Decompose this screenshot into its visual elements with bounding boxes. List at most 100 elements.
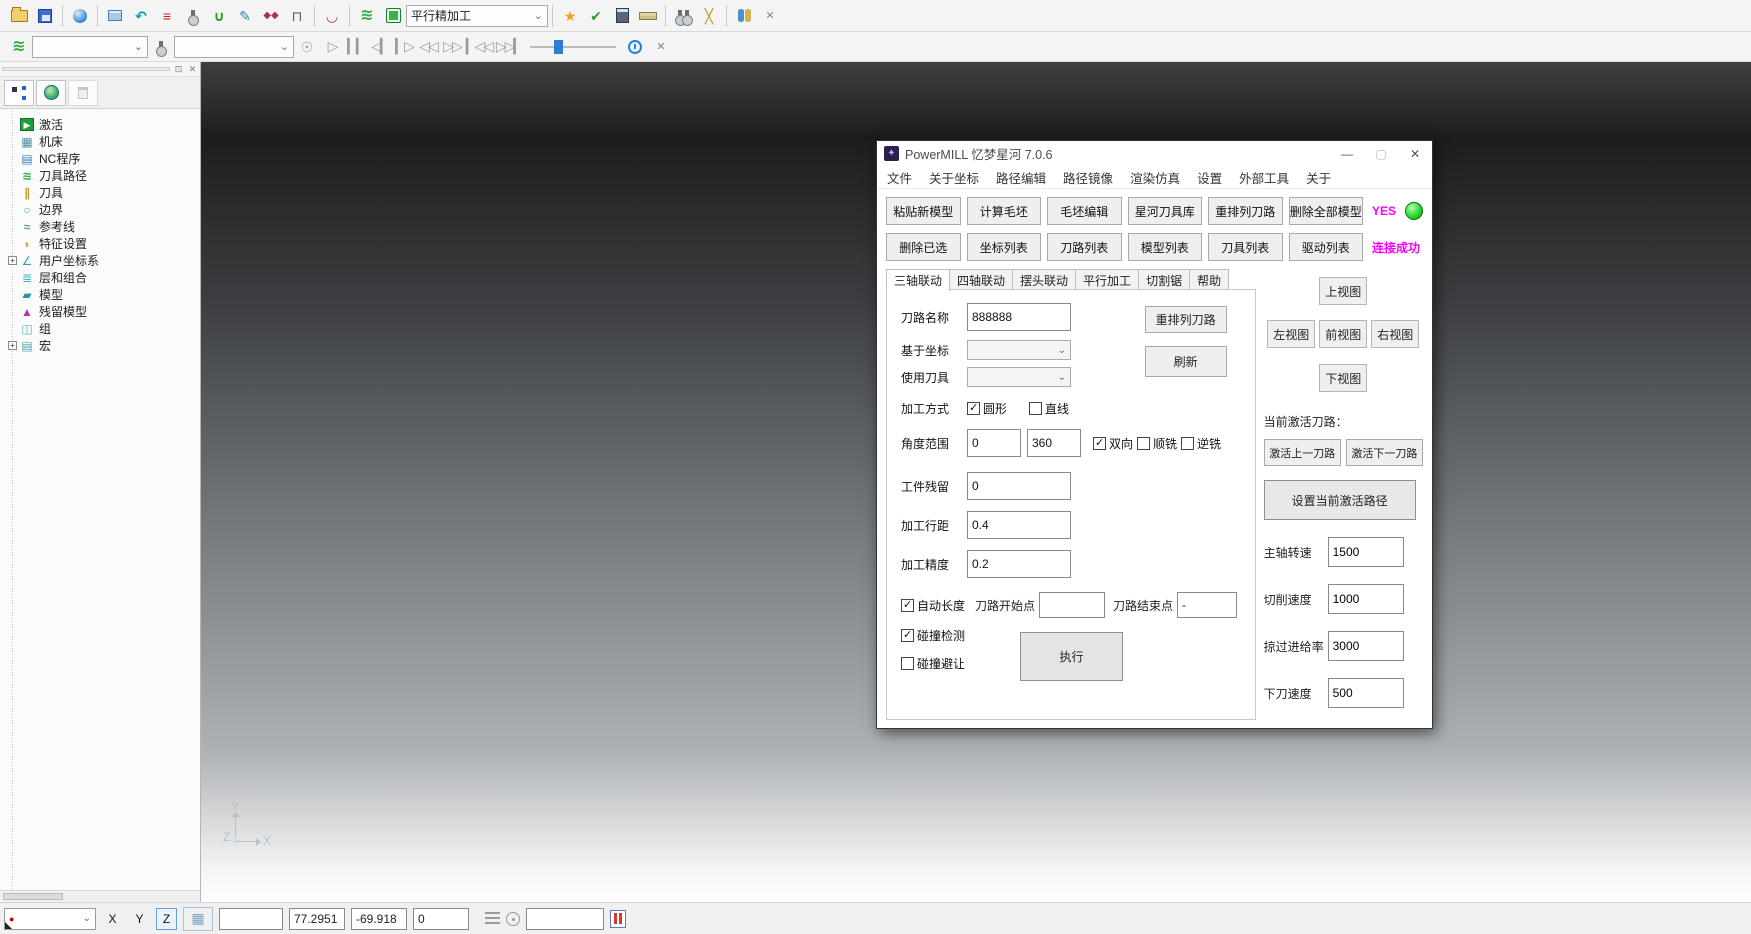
tree-item-toolpaths[interactable]: ≋刀具路径: [6, 167, 200, 184]
expand-icon[interactable]: +: [8, 256, 17, 265]
view-front-button[interactable]: 前视图: [1319, 320, 1367, 348]
drive-list-button[interactable]: 驱动列表: [1289, 233, 1364, 261]
tree-item-nc-program[interactable]: ▤NC程序: [6, 150, 200, 167]
model-list-button[interactable]: 模型列表: [1128, 233, 1203, 261]
tab-head-swivel[interactable]: 摆头联动: [1012, 269, 1076, 290]
axis-z-button[interactable]: Z: [156, 908, 177, 930]
calc-block-button[interactable]: 计算毛坯: [967, 197, 1042, 225]
verify-icon[interactable]: ✔: [583, 3, 609, 29]
pattern-icon[interactable]: ◆◆: [258, 3, 284, 29]
cylinders-icon[interactable]: [731, 3, 757, 29]
line-checkbox[interactable]: 直线: [1029, 400, 1069, 417]
coord-select[interactable]: ⌄: [967, 340, 1071, 360]
spindle-input[interactable]: [1328, 537, 1404, 567]
swap-axes-icon[interactable]: ╳: [696, 3, 722, 29]
tree-item-boundaries[interactable]: ○边界: [6, 201, 200, 218]
grid-snap-button[interactable]: ▦: [183, 907, 213, 931]
slider-handle[interactable]: [554, 40, 563, 54]
bidirectional-checkbox[interactable]: 双向: [1093, 435, 1133, 452]
measure-icon[interactable]: [635, 3, 661, 29]
execute-button[interactable]: 执行: [1020, 632, 1123, 681]
auto-length-checkbox[interactable]: 自动长度: [901, 597, 965, 614]
plunge-rate-input[interactable]: [1328, 678, 1404, 708]
calculator-icon[interactable]: [609, 3, 635, 29]
rapid-moves-icon[interactable]: ↶: [128, 3, 154, 29]
close-panel-icon[interactable]: ✕: [187, 64, 198, 75]
delete-selected-button[interactable]: 删除已选: [886, 233, 961, 261]
set-active-path-button[interactable]: 设置当前激活路径: [1264, 480, 1416, 520]
menu-external-tools[interactable]: 外部工具: [1239, 168, 1289, 187]
fast-forward-button[interactable]: ▷▷: [440, 34, 464, 60]
rearrange-toolpaths-button-2[interactable]: 重排列刀路: [1145, 306, 1227, 333]
toolbar-close-icon[interactable]: ✕: [648, 34, 674, 60]
tree-item-tools[interactable]: ∥刀具: [6, 184, 200, 201]
view-bottom-button[interactable]: 下视图: [1319, 364, 1367, 392]
paste-model-button[interactable]: 粘贴新模型: [886, 197, 961, 225]
tree-item-patterns[interactable]: ≈参考线: [6, 218, 200, 235]
toolpath-name-input[interactable]: [967, 303, 1071, 331]
tab-help[interactable]: 帮助: [1189, 269, 1229, 290]
tree-item-machine[interactable]: ▦机床: [6, 133, 200, 150]
toolpath-icon[interactable]: ≋: [354, 3, 380, 29]
view-right-button[interactable]: 右视图: [1371, 320, 1419, 348]
circle-checkbox[interactable]: 圆形: [967, 400, 1007, 417]
tool-holder-icon[interactable]: ⊓: [284, 3, 310, 29]
pause-button[interactable]: ▎▎: [344, 34, 368, 60]
tree-item-stock-models[interactable]: ▲残留模型: [6, 303, 200, 320]
clamp-icon[interactable]: ∪: [206, 3, 232, 29]
float-panel-icon[interactable]: ⊡: [173, 64, 184, 75]
strategy-list-icon[interactable]: [380, 3, 406, 29]
cutting-speed-input[interactable]: [1328, 584, 1404, 614]
tab-parallel[interactable]: 平行加工: [1075, 269, 1139, 290]
conventional-checkbox[interactable]: 逆铣: [1181, 435, 1221, 452]
start-point-input[interactable]: [1039, 592, 1105, 618]
coord-list-button[interactable]: 坐标列表: [967, 233, 1042, 261]
shaded-view-icon[interactable]: [67, 3, 93, 29]
rearrange-toolpaths-button[interactable]: 重排列刀路: [1208, 197, 1283, 225]
strategy-select[interactable]: 平行精加工 ⌄: [406, 5, 548, 27]
menu-file[interactable]: 文件: [887, 168, 912, 187]
axis-y-button[interactable]: Y: [129, 908, 150, 930]
angle-end-input[interactable]: [1027, 429, 1081, 457]
expand-icon[interactable]: +: [8, 341, 17, 350]
toolpath-icon[interactable]: ≋: [6, 34, 32, 60]
stock-input[interactable]: [967, 472, 1071, 500]
panel-scrollbar[interactable]: [2, 67, 170, 71]
probe-target-icon[interactable]: [506, 912, 520, 926]
tab-saw[interactable]: 切割锯: [1138, 269, 1190, 290]
status-field-empty-2[interactable]: [526, 908, 604, 930]
tree-item-workplanes[interactable]: +∠用户坐标系: [6, 252, 200, 269]
menu-path-mirror[interactable]: 路径镜像: [1063, 168, 1113, 187]
tool-icon[interactable]: [148, 34, 174, 60]
skim-rate-input[interactable]: [1328, 631, 1404, 661]
clock-icon[interactable]: [622, 34, 648, 60]
tab-4axis[interactable]: 四轴联动: [949, 269, 1013, 290]
lightbulb-icon[interactable]: ☉: [294, 34, 320, 60]
menu-coords[interactable]: 关于坐标: [929, 168, 979, 187]
stepover-input[interactable]: [967, 511, 1071, 539]
go-end-button[interactable]: ▷▷▎: [494, 34, 524, 60]
calculate-icon[interactable]: ★: [557, 3, 583, 29]
go-start-button[interactable]: ▎◁◁: [464, 34, 494, 60]
status-field-empty[interactable]: [219, 908, 283, 930]
activate-next-button[interactable]: 激活下一刀路: [1346, 439, 1423, 466]
angle-start-input[interactable]: [967, 429, 1021, 457]
view-left-button[interactable]: 左视图: [1267, 320, 1315, 348]
simulation-speed-slider[interactable]: [530, 40, 616, 54]
tool-icon[interactable]: [180, 3, 206, 29]
climb-checkbox[interactable]: 顺铣: [1137, 435, 1177, 452]
tree-item-macros[interactable]: +▤宏: [6, 337, 200, 354]
tool-select[interactable]: ⌄: [174, 36, 294, 58]
dialog-titlebar[interactable]: ✦ PowerMILL 忆梦星河 7.0.6 — ▢ ✕: [877, 141, 1432, 166]
explorer-tree-tab[interactable]: [4, 80, 34, 106]
block-icon[interactable]: [102, 3, 128, 29]
save-project-icon[interactable]: [32, 3, 58, 29]
toolpath-select[interactable]: ⌄: [32, 36, 148, 58]
tree-item-feature-sets[interactable]: ◗特征设置: [6, 235, 200, 252]
boundary-edit-icon[interactable]: ✎: [232, 3, 258, 29]
coord-x-field[interactable]: 77.2951: [289, 908, 345, 930]
web-tab[interactable]: [36, 80, 66, 106]
view-top-button[interactable]: 上视图: [1319, 277, 1367, 305]
step-back-button[interactable]: ◁▎: [368, 34, 392, 60]
collision-avoid-checkbox[interactable]: 碰撞避让: [901, 655, 965, 672]
